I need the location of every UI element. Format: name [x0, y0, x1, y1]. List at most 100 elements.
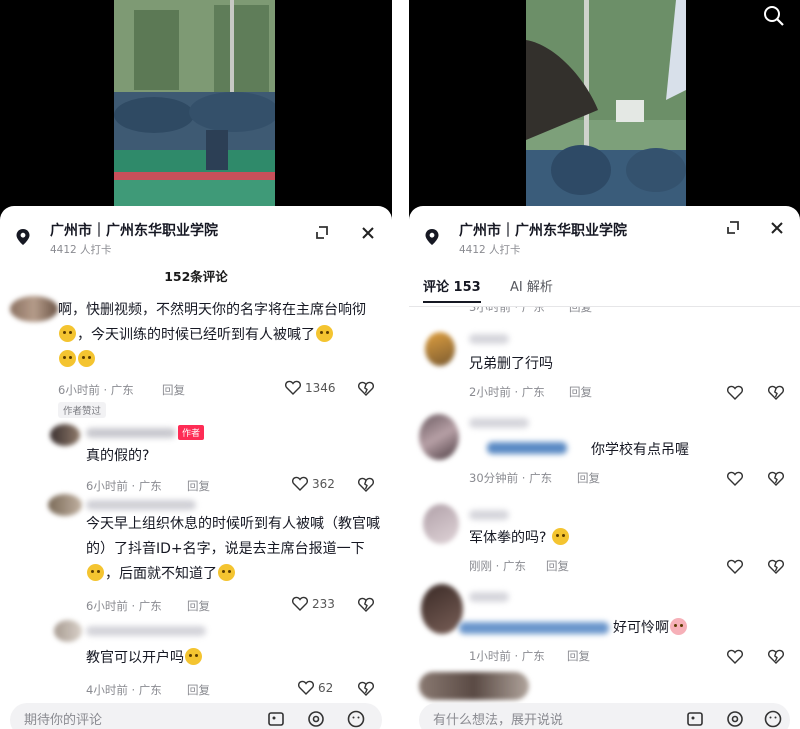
dislike-heart-icon[interactable] [358, 477, 374, 492]
location-title: 广州市｜广州东华职业学院 [459, 223, 627, 239]
comment-text-part: 军体拳的吗? [469, 530, 547, 546]
like-button[interactable]: 362 [292, 476, 335, 491]
emoji-icon [218, 564, 235, 581]
comment-text: 啊，快删视频，不然明天你的名字将在主席台响彻 ，今天训练的时候已经听到有人被喊了 [58, 298, 370, 373]
left-screenshot: 广州市｜广州东华职业学院 4412 人打卡 152条评论 啊，快删视频，不然明天… [0, 0, 392, 729]
heart-icon [298, 680, 314, 695]
like-button[interactable]: 233 [292, 596, 335, 611]
reply-button[interactable]: 回复 [569, 307, 592, 315]
avatar[interactable] [48, 494, 82, 516]
video-frame [114, 0, 275, 215]
location-pin-icon [425, 229, 439, 245]
avatar[interactable] [423, 504, 459, 544]
reply-button[interactable]: 回复 [569, 384, 592, 400]
avatar[interactable] [54, 620, 82, 642]
search-icon[interactable] [763, 5, 785, 27]
image-icon[interactable] [685, 709, 705, 729]
comment-time: 4小时前 · 广东 [86, 683, 162, 697]
reply-button[interactable]: 回复 [187, 478, 210, 494]
emoji-icon [552, 528, 570, 545]
video-area[interactable] [409, 0, 800, 215]
image-icon[interactable] [266, 709, 286, 729]
comment-time: 6小时前 · 广东 [86, 479, 162, 493]
collapse-icon[interactable] [723, 218, 743, 238]
reply-button[interactable]: 回复 [187, 682, 210, 698]
username-blurred [469, 418, 529, 428]
comment-sheet: 广州市｜广州东华职业学院 4412 人打卡 152条评论 啊，快删视频，不然明天… [0, 206, 392, 729]
emoji-icon[interactable] [346, 709, 366, 729]
heart-icon[interactable] [727, 385, 743, 400]
comment-text: 你学校有点吊喔 [591, 442, 689, 458]
avatar[interactable] [421, 584, 463, 634]
dislike-heart-icon[interactable] [768, 649, 784, 664]
like-count: 62 [318, 680, 334, 695]
emoji-icon [59, 325, 76, 342]
heart-icon[interactable] [727, 649, 743, 664]
dislike-heart-icon[interactable] [358, 597, 374, 612]
comment-text-part: 好可怜啊 [613, 620, 669, 636]
collapse-icon[interactable] [312, 223, 332, 243]
video-frame [526, 0, 686, 215]
tab-comments[interactable]: 评论 153 [423, 276, 481, 295]
comment-input[interactable]: 期待你的评论 [10, 703, 382, 729]
heart-icon[interactable] [727, 559, 743, 574]
emoji-icon [59, 350, 76, 367]
comment-input-placeholder: 有什么想法，展开说说 [433, 713, 564, 728]
at-icon[interactable] [306, 709, 326, 729]
comment-text-part: ，今天训练的时候已经听到有人被喊了 [77, 327, 315, 343]
reply-button[interactable]: 回复 [567, 648, 590, 664]
like-count: 362 [312, 476, 335, 491]
comment-text-part: 今天早上组织休息的时候听到有人被喊（教官喊的）了抖音ID+名字，说是去主席台报道… [86, 516, 380, 557]
comment-count: 152条评论 [164, 269, 228, 284]
dislike-heart-icon[interactable] [768, 559, 784, 574]
avatar[interactable] [419, 414, 459, 460]
avatar[interactable] [425, 332, 455, 366]
close-icon[interactable] [358, 223, 378, 243]
author-tag: 作者 [178, 425, 205, 440]
heart-icon [285, 380, 301, 395]
comment-time: 3小时前 · 广东 [469, 307, 545, 314]
heart-icon[interactable] [727, 471, 743, 486]
dislike-heart-icon[interactable] [358, 681, 374, 696]
active-tab-indicator [423, 301, 481, 303]
avatar[interactable] [10, 296, 58, 322]
video-area[interactable] [0, 0, 392, 215]
partial-comment-row: 3小时前 · 广东 回复 [409, 307, 800, 317]
heart-icon [292, 596, 308, 611]
author-liked-badge: 作者赞过 [58, 402, 107, 418]
comment-time: 6小时前 · 广东 [58, 383, 134, 397]
dislike-heart-icon[interactable] [358, 381, 374, 396]
comment-text: 好可怜啊 [613, 616, 688, 641]
reply-button[interactable]: 回复 [187, 598, 210, 614]
emoji-icon [185, 648, 202, 665]
location-subtitle: 4412 人打卡 [459, 244, 521, 256]
username-blurred [469, 592, 509, 602]
tab-ai-analysis[interactable]: AI 解析 [510, 276, 553, 295]
username-blurred [469, 510, 509, 520]
like-button[interactable]: 62 [298, 680, 333, 695]
reply-button[interactable]: 回复 [577, 470, 600, 486]
avatar [419, 672, 529, 700]
comment-input-placeholder: 期待你的评论 [24, 713, 103, 728]
location-title: 广州市｜广州东华职业学院 [50, 223, 218, 239]
comment-time: 2小时前 · 广东 [469, 385, 545, 399]
comment-text: 真的假的? [86, 448, 150, 464]
comment-time: 6小时前 · 广东 [86, 599, 162, 613]
at-icon[interactable] [725, 709, 745, 729]
close-icon[interactable] [767, 218, 787, 238]
reply-button[interactable]: 回复 [162, 382, 185, 398]
comment-input[interactable]: 有什么想法，展开说说 [419, 703, 790, 729]
dislike-heart-icon[interactable] [768, 471, 784, 486]
dislike-heart-icon[interactable] [768, 385, 784, 400]
username-blurred [86, 626, 206, 636]
comment-text: 今天早上组织休息的时候听到有人被喊（教官喊的）了抖音ID+名字，说是去主席台报道… [86, 512, 382, 587]
emoji-icon[interactable] [763, 709, 783, 729]
emoji-icon [670, 618, 687, 635]
comment-text: 教官可以开户吗 [86, 646, 203, 671]
reply-button[interactable]: 回复 [546, 558, 569, 574]
avatar[interactable] [50, 424, 80, 446]
like-button[interactable]: 1346 [285, 380, 336, 395]
username-blurred [86, 500, 196, 510]
username-blurred [459, 622, 609, 634]
comment-time: 刚刚 · 广东 [469, 559, 526, 573]
